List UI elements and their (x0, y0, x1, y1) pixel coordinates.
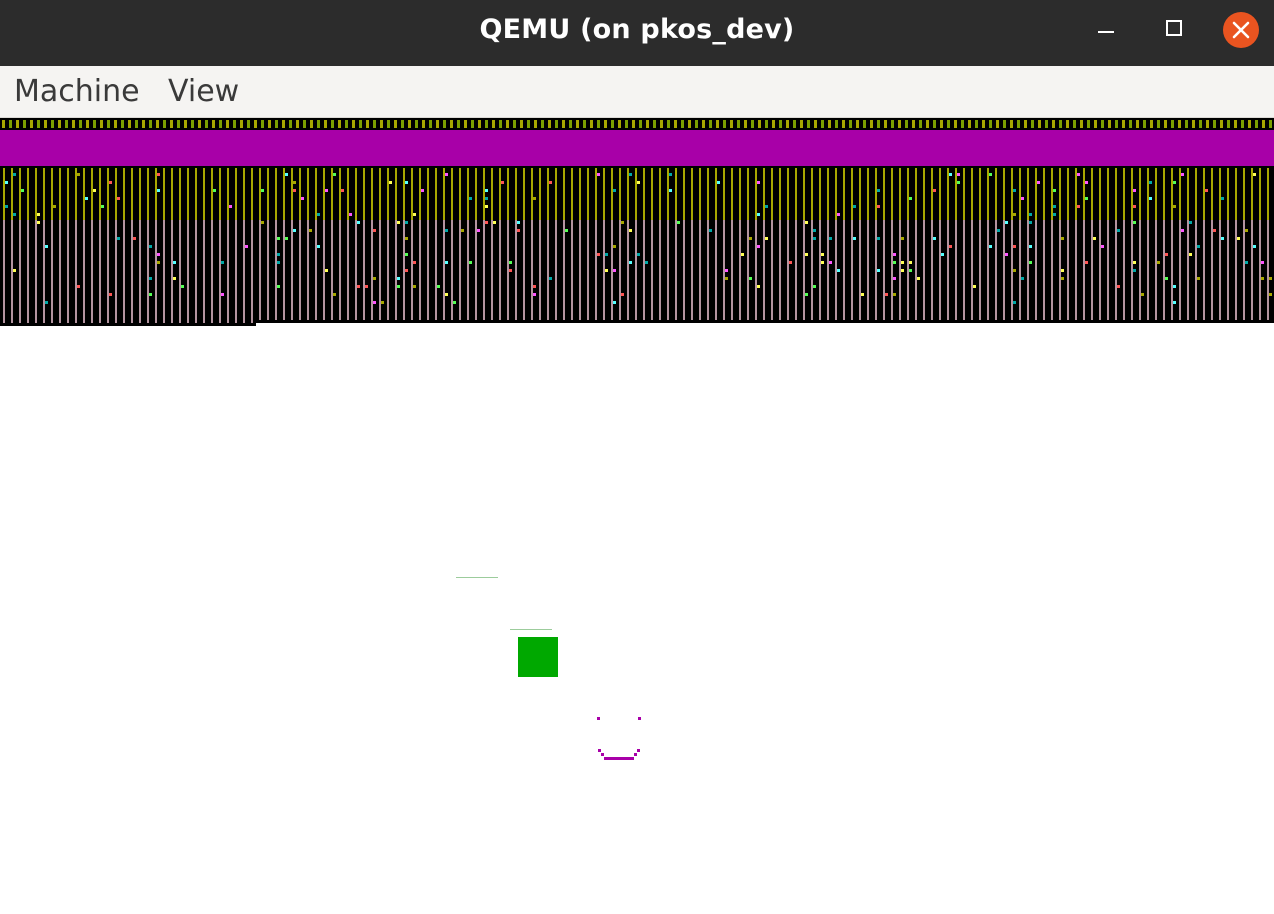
smiley-mouth (604, 757, 634, 760)
magenta-band (0, 130, 1274, 166)
maximize-icon (1166, 20, 1182, 36)
maximize-button[interactable] (1156, 12, 1192, 48)
title-bar[interactable]: QEMU (on pkos_dev) (0, 0, 1274, 66)
smiley-left-eye (597, 717, 600, 720)
menu-view[interactable]: View (168, 66, 239, 117)
minimize-icon (1098, 31, 1114, 33)
glitch-region (0, 118, 1274, 326)
close-icon (1232, 21, 1250, 39)
vm-framebuffer (0, 118, 1274, 760)
menu-machine[interactable]: Machine (14, 66, 140, 117)
close-button[interactable] (1223, 12, 1259, 48)
smiley-face-icon (597, 717, 641, 760)
vm-display[interactable] (0, 118, 1274, 914)
menu-bar: Machine View (0, 66, 1274, 118)
green-square (518, 637, 558, 677)
minimize-button[interactable] (1088, 12, 1124, 48)
window-title: QEMU (on pkos_dev) (479, 14, 795, 45)
smiley-right-eye (638, 717, 641, 720)
